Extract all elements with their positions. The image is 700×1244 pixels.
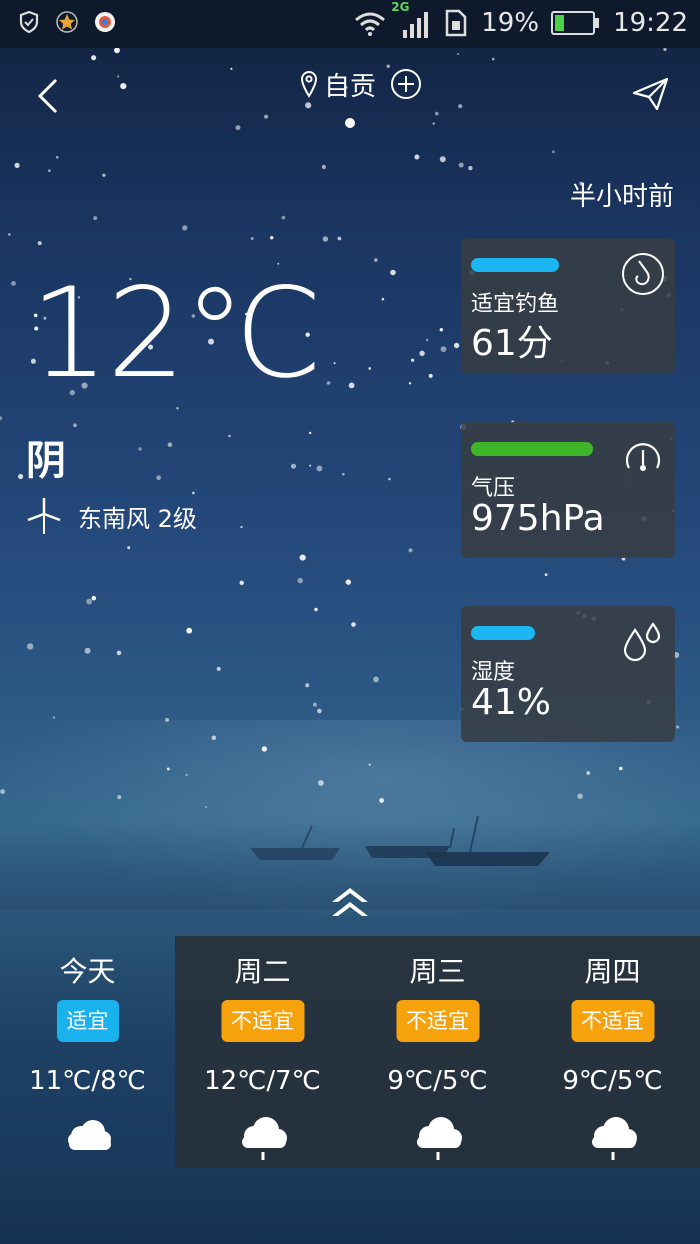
day-name: 周三	[409, 955, 466, 988]
fishing-index-bar	[471, 258, 559, 272]
forecast-day-tue[interactable]: 周二 不适宜 12℃/7℃	[175, 936, 350, 1168]
star-icon	[56, 11, 78, 33]
status-bar: 2G 19% 19:22	[0, 0, 700, 48]
wind-info: 东南风 2级	[24, 496, 197, 536]
card-value: 61分	[471, 323, 553, 364]
card-value: 975hPa	[471, 498, 605, 539]
temp-range: 9℃/5℃	[387, 1066, 488, 1096]
rain-icon	[591, 1117, 637, 1160]
back-icon[interactable]	[30, 74, 70, 118]
boats-silhouette	[250, 815, 550, 866]
signal-icon: 2G	[391, 0, 431, 40]
humidity-card[interactable]: 湿度 41%	[461, 606, 675, 742]
shield-icon	[19, 10, 39, 34]
forecast-day-wed[interactable]: 周三 不适宜 9℃/5℃	[350, 936, 525, 1168]
water-drop-icon	[623, 622, 661, 662]
forecast-panel: 今天 适宜 11℃/8℃ 周二 不适宜 12℃/7℃ 周三 不适宜 9℃/5℃ …	[0, 936, 700, 1168]
weather-condition: 阴	[26, 438, 66, 484]
pressure-bar	[471, 442, 593, 456]
pressure-card[interactable]: 气压 975hPa	[461, 422, 675, 558]
forecast-day-thu[interactable]: 周四 不适宜 9℃/5℃	[525, 936, 700, 1168]
wind-text: 东南风 2级	[78, 504, 197, 533]
temp-range: 12℃/7℃	[204, 1066, 321, 1096]
battery-percent: 19%	[481, 8, 540, 38]
page-indicator	[345, 118, 355, 128]
suitability-badge: 不适宜	[221, 1000, 304, 1042]
day-name: 今天	[59, 955, 116, 988]
location-pin-icon	[300, 71, 318, 98]
update-time: 半小时前	[569, 182, 674, 212]
current-temperature: 12℃	[30, 262, 323, 406]
city-name: 自贡	[324, 71, 377, 102]
temp-range: 9℃/5℃	[562, 1066, 663, 1096]
card-value: 41%	[471, 682, 552, 723]
gauge-icon	[625, 443, 661, 471]
humidity-bar	[471, 626, 535, 640]
share-icon[interactable]	[632, 76, 670, 112]
suitability-badge: 不适宜	[396, 1000, 479, 1042]
add-city-icon[interactable]	[390, 68, 422, 100]
app-badge-icon	[95, 12, 115, 32]
day-name: 周二	[234, 955, 291, 988]
fishing-index-card[interactable]: 适宜钓鱼 61分	[461, 238, 675, 374]
rain-icon	[416, 1117, 462, 1160]
rain-icon	[241, 1117, 287, 1160]
fishing-hook-icon	[622, 253, 664, 295]
cloudy-icon	[67, 1120, 111, 1150]
day-name: 周四	[584, 955, 641, 988]
suitability-badge: 不适宜	[571, 1000, 654, 1042]
bottom-background	[0, 1168, 700, 1244]
battery-icon	[551, 11, 600, 35]
sim-icon	[446, 9, 467, 37]
expand-up-icon[interactable]	[328, 884, 372, 920]
clock: 19:22	[613, 8, 688, 38]
forecast-day-today[interactable]: 今天 适宜 11℃/8℃	[0, 936, 175, 1168]
city-selector[interactable]: 自贡	[300, 66, 422, 102]
wind-turbine-icon	[27, 498, 61, 534]
wifi-icon	[355, 12, 386, 36]
suitability-badge: 适宜	[56, 1000, 119, 1042]
temp-range: 11℃/8℃	[29, 1066, 146, 1096]
